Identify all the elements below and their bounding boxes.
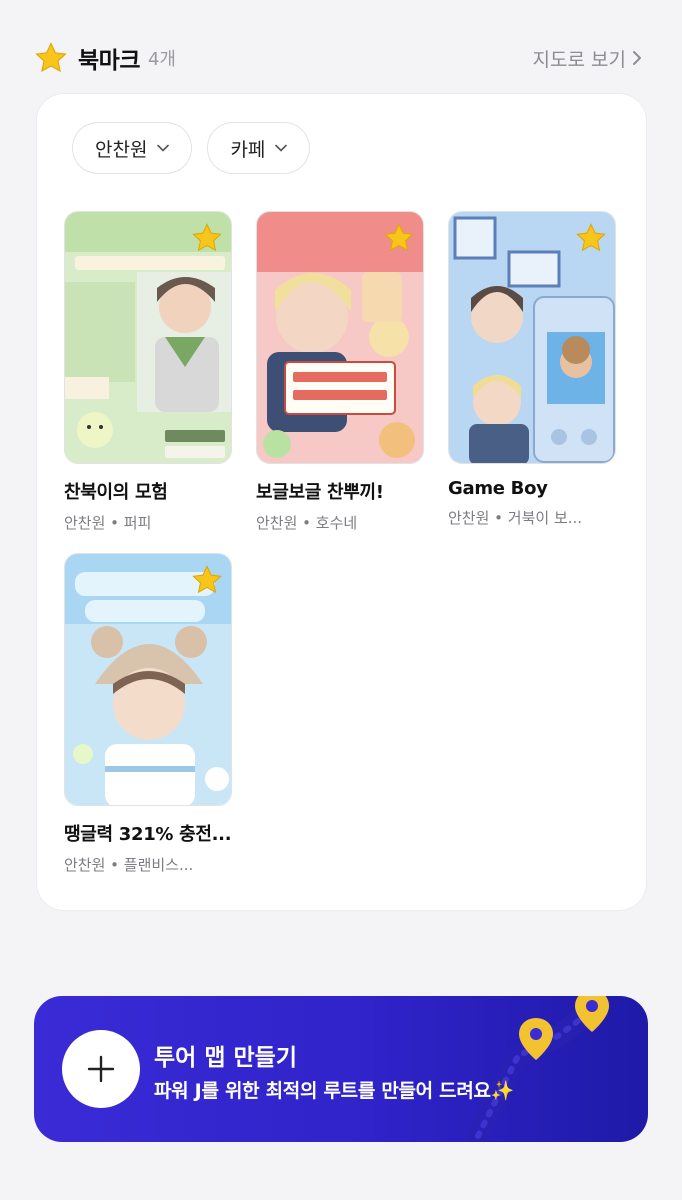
view-on-map-label: 지도로 보기: [532, 48, 626, 71]
star-icon: [384, 223, 414, 252]
bookmark-thumbnail: [64, 211, 232, 464]
bookmark-card: 안찬원 카페 찬북이의 모험 안찬원 • 퍼피 보글보글 찬뿌끼! 안찬원 • …: [36, 93, 647, 911]
bookmark-title: 찬북이의 모험: [64, 482, 168, 503]
chevron-down-icon: [157, 144, 170, 152]
banner-title: 투어 맵 만들기: [154, 1045, 297, 1071]
bookmark-thumbnail: [256, 211, 424, 464]
bookmark-thumbnail: [64, 553, 232, 806]
filter-chip-artist[interactable]: 안찬원: [72, 122, 193, 174]
view-on-map-link[interactable]: 지도로 보기: [533, 45, 642, 72]
bookmark-count: 4개: [147, 49, 176, 70]
chevron-right-icon: [633, 51, 641, 65]
banner-subtitle: 파워 J를 위한 최적의 루트를 만들어 드려요✨: [154, 1080, 515, 1102]
bookmark-item[interactable]: 보글보글 찬뿌끼! 안찬원 • 호수네: [256, 211, 424, 533]
map-pin-decoration: [467, 996, 609, 1142]
filter-bar: 안찬원 카페: [72, 122, 311, 174]
star-icon: [192, 223, 222, 252]
filter-chip-label: 안찬원: [95, 138, 148, 161]
bookmark-subtitle: 안찬원 • 퍼피: [64, 514, 152, 532]
bookmark-title: 보글보글 찬뿌끼!: [256, 482, 384, 503]
star-icon: [576, 223, 606, 252]
create-tour-map-banner[interactable]: 투어 맵 만들기 파워 J를 위한 최적의 루트를 만들어 드려요✨: [34, 996, 648, 1142]
plus-icon: [87, 1055, 115, 1083]
add-button[interactable]: [62, 1030, 140, 1108]
bookmark-item[interactable]: 땡글력 321% 충전... 안찬원 • 플랜비스...: [64, 553, 232, 875]
star-icon: [35, 42, 67, 73]
bookmark-subtitle: 안찬원 • 거북이 보...: [448, 509, 583, 527]
bookmark-title-group: 북마크 4개: [34, 41, 176, 75]
bookmark-subtitle: 안찬원 • 플랜비스...: [64, 856, 194, 874]
bookmark-subtitle: 안찬원 • 호수네: [256, 514, 358, 532]
bookmark-title: Game Boy: [448, 478, 548, 499]
bookmark-title: 땡글력 321% 충전...: [64, 824, 232, 845]
filter-chip-category[interactable]: 카페: [207, 122, 311, 174]
bookmark-item[interactable]: Game Boy 안찬원 • 거북이 보...: [448, 211, 616, 528]
bookmark-thumbnail: [448, 211, 616, 464]
filter-chip-label: 카페: [230, 138, 266, 161]
page-title: 북마크: [78, 48, 140, 74]
bookmark-item[interactable]: 찬북이의 모험 안찬원 • 퍼피: [64, 211, 232, 533]
star-icon: [192, 565, 222, 594]
chevron-down-icon: [275, 144, 288, 152]
bookmark-header: 북마크 4개 지도로 보기: [34, 38, 642, 78]
